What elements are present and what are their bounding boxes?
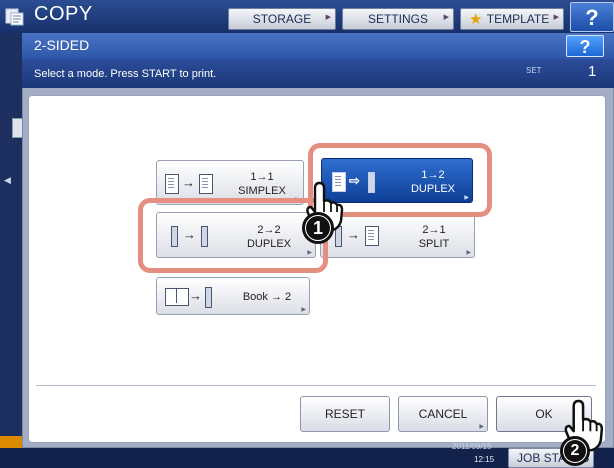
ok-label: OK [535, 407, 553, 421]
tab-storage[interactable]: STORAGE ▶ [228, 8, 336, 30]
left-arrow-icon: ◀ [4, 175, 11, 185]
tab-storage-label: STORAGE [252, 12, 312, 26]
corner-arrow-icon: ▶ [325, 14, 331, 21]
mode-line1: 2→1 [422, 224, 446, 236]
one-to-one-icon: → [165, 173, 217, 195]
step-badge: 2 [560, 436, 590, 466]
cancel-label: CANCEL [418, 407, 468, 421]
side-strip [0, 33, 22, 448]
step-badge: 1 [302, 212, 334, 244]
divider [36, 385, 596, 386]
set-count: 1 [588, 63, 597, 80]
tab-settings-label: SETTINGS [367, 12, 428, 26]
step-number: 2 [564, 440, 586, 462]
set-label: SET [526, 66, 542, 75]
app-title: COPY [34, 3, 93, 25]
corner-arrow-icon: ▶ [466, 250, 471, 256]
dialog-header [22, 33, 614, 59]
step-number: 1 [306, 216, 330, 240]
tab-template-label: TEMPLATE [486, 12, 550, 26]
corner-arrow-icon: ▶ [479, 424, 484, 430]
reset-button[interactable]: RESET [300, 396, 390, 432]
corner-arrow-icon: ▶ [553, 14, 559, 21]
star-icon: ★ [469, 11, 483, 28]
mode-line1: 1→1 [250, 171, 274, 183]
copy-icon [4, 5, 26, 27]
help-button[interactable]: ? [570, 2, 614, 32]
corner-arrow-icon: ▶ [301, 307, 306, 313]
book-to-2-button[interactable]: → Book → 2 ▶ [156, 277, 310, 315]
status-message: Select a mode. Press START to print. [34, 68, 217, 80]
tab-settings[interactable]: SETTINGS ▶ [342, 8, 454, 30]
dialog-help-button[interactable]: ? [566, 35, 604, 57]
date-readout: 2011/09/15 [452, 442, 492, 451]
time-readout: 12:15 [474, 455, 495, 464]
book-icon: → [165, 287, 221, 309]
reset-label: RESET [324, 407, 365, 421]
mode-line2: SIMPLEX [238, 185, 286, 197]
cancel-button[interactable]: CANCEL ▶ [398, 396, 488, 432]
dialog-title: 2-SIDED [34, 37, 90, 53]
mode-line1: Book → 2 [242, 291, 292, 303]
mode-line2: SPLIT [418, 238, 450, 250]
corner-arrow-icon: ▶ [443, 14, 449, 21]
tab-template[interactable]: ★ TEMPLATE ▶ [460, 8, 564, 30]
